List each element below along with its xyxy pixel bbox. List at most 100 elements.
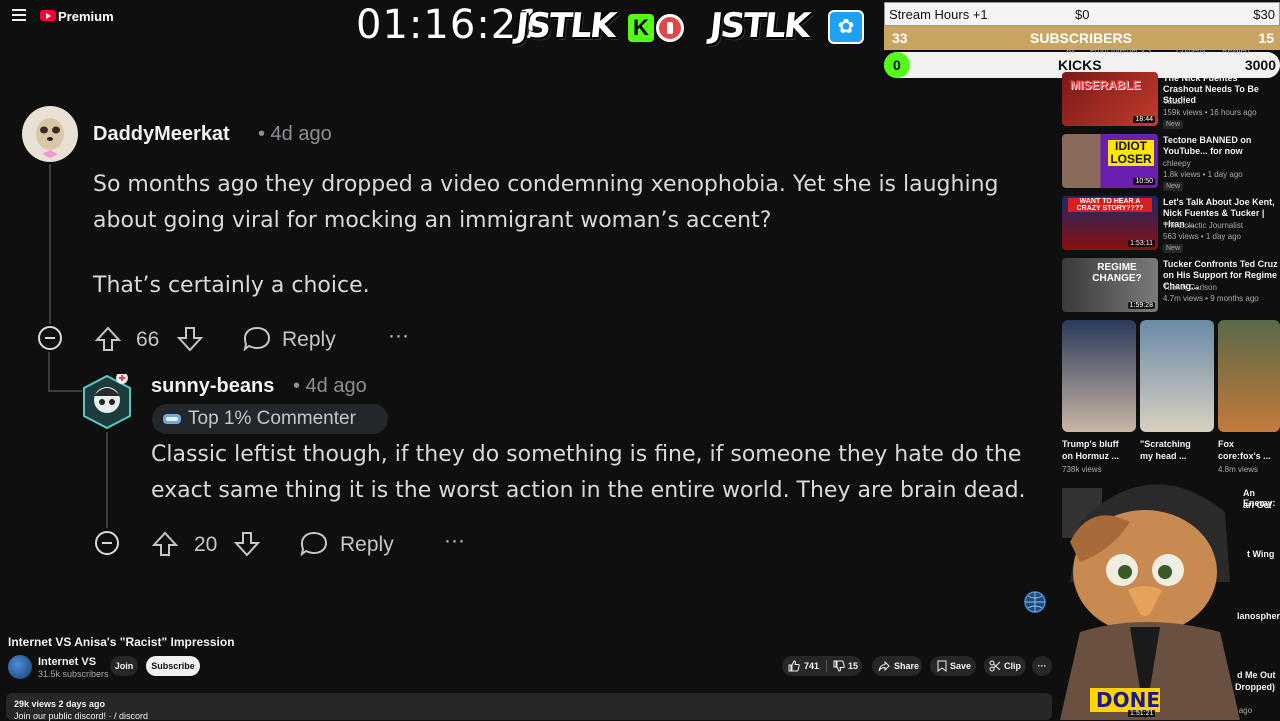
kicks-current: 0	[893, 57, 901, 73]
comment-body-line: Classic leftist though, if they do somet…	[151, 442, 1022, 467]
youtube-logo-icon[interactable]	[40, 10, 56, 21]
comment-age: • 4d ago	[258, 123, 332, 145]
streamer-mascot-avatar: DONE	[1060, 484, 1240, 720]
subscribers-goal-value: 15	[1258, 30, 1274, 46]
stream-logo-kick: JSTLK	[513, 6, 617, 46]
description-box[interactable]	[6, 693, 1052, 720]
comment-icon[interactable]	[299, 530, 329, 558]
subscribe-button[interactable]: Subscribe	[146, 656, 200, 676]
clip-button[interactable]: Clip	[984, 656, 1026, 676]
video-views-date: 29k views 2 days ago	[14, 699, 106, 709]
stream-goals-overlay: Stream Hours +1 $0 $30 33 SUBSCRIBERS 15…	[884, 2, 1280, 78]
kick-icon: K	[628, 14, 654, 42]
premium-label: Premium	[58, 9, 114, 24]
clip-icon	[989, 660, 1001, 672]
channel-name[interactable]: Internet VS	[38, 656, 96, 668]
sidebar-video-channel[interactable]: The Eclectic Journalist	[1163, 221, 1243, 230]
vote-count: 66	[136, 328, 160, 351]
sidebar-video-views: 159k views • 16 hours ago	[1163, 108, 1257, 117]
subscribers-goal: 33 SUBSCRIBERS 15	[884, 26, 1280, 50]
sidebar-tab-related[interactable]: Related	[1222, 46, 1250, 55]
video-thumbnail[interactable]: MISERABLE 18:44	[1062, 72, 1158, 126]
vote-count: 20	[194, 533, 218, 556]
new-badge: New	[1163, 244, 1184, 253]
twitter-icon: ✿	[828, 10, 864, 44]
more-actions-button[interactable]: ···	[1032, 656, 1052, 676]
video-thumbnail[interactable]: WANT TO HEAR A CRAZY STORY???? 1:53:11	[1062, 196, 1158, 250]
comment-author[interactable]: sunny-beans	[151, 375, 274, 398]
comment-body-line: exact same thing it is the worst action …	[151, 478, 1026, 503]
sidebar-video-channel[interactable]: Tucker Carlson	[1163, 283, 1217, 292]
sidebar-tab-all[interactable]: All	[1066, 46, 1075, 55]
share-label: Share	[894, 661, 920, 671]
sidebar-video-title[interactable]: Tectone BANNED on YouTube... for now	[1163, 135, 1279, 157]
stream-hours-min: $0	[1075, 7, 1090, 22]
short-thumbnail[interactable]	[1218, 320, 1280, 432]
clip-label: Clip	[1004, 661, 1021, 671]
dislike-count[interactable]: 15	[848, 656, 858, 676]
like-count[interactable]: 741	[804, 656, 819, 676]
record-icon	[656, 14, 684, 42]
short-title[interactable]: Trump's bluff on Hormuz ...	[1062, 438, 1122, 462]
share-icon	[878, 660, 890, 672]
sidebar-tab-comedy[interactable]: Comedy	[1176, 46, 1206, 55]
sidebar-video-title[interactable]: t Wing	[1247, 549, 1274, 559]
join-button[interactable]: Join	[110, 656, 138, 676]
share-button[interactable]: Share	[872, 656, 922, 676]
sidebar-video-views: 1.8k views • 1 day ago	[1163, 170, 1243, 179]
thread-line	[48, 352, 50, 392]
kicks-goal-value: 3000	[1244, 57, 1276, 73]
downvote-icon[interactable]	[233, 530, 261, 558]
sidebar-video-views: 4.7m views • 9 months ago	[1163, 294, 1259, 303]
like-icon[interactable]	[788, 660, 800, 672]
new-badge: New	[1163, 182, 1184, 191]
video-thumbnail[interactable]: IDIOT LOSER 10:50	[1062, 134, 1158, 188]
svg-text:DONE: DONE	[1096, 688, 1160, 712]
subscribers-current: 33	[892, 30, 908, 46]
short-title[interactable]: "Scratching my head ...	[1140, 438, 1200, 462]
upvote-icon[interactable]	[94, 325, 122, 353]
upvote-icon[interactable]	[151, 530, 179, 558]
new-badge: New	[1163, 120, 1184, 129]
reply-button[interactable]: Reply	[282, 328, 336, 352]
more-options-button[interactable]: ···	[444, 529, 465, 553]
save-icon	[937, 660, 947, 672]
badge-label: Top 1% Commenter	[188, 408, 356, 429]
sidebar-video-views: 563 views • 1 day ago	[1163, 232, 1241, 241]
comment-body-line: That’s certainly a choice.	[93, 273, 370, 298]
globe-icon[interactable]	[1024, 591, 1046, 613]
subscribers-label: SUBSCRIBERS	[1030, 30, 1132, 46]
sidebar-tab-from-channel[interactable]: From Internet VS	[1090, 46, 1151, 55]
collapse-icon[interactable]	[38, 326, 62, 350]
dislike-icon[interactable]	[833, 660, 845, 672]
video-title: Internet VS Anisa's "Racist" Impression	[8, 635, 235, 649]
kicks-label: KICKS	[1058, 57, 1102, 73]
short-title[interactable]: Fox core:fox's ...	[1218, 438, 1274, 462]
stream-hours-label: Stream Hours +1	[889, 7, 988, 22]
collapse-icon[interactable]	[95, 531, 119, 555]
comment-author[interactable]: DaddyMeerkat	[93, 123, 230, 146]
menu-icon[interactable]	[12, 9, 26, 21]
sidebar-video-channel[interactable]: chleepy	[1163, 159, 1191, 168]
comment-icon[interactable]	[242, 325, 272, 353]
short-thumbnail[interactable]	[1140, 320, 1214, 432]
top-commenter-badge: Top 1% Commenter	[152, 404, 388, 434]
more-options-button[interactable]: ···	[388, 324, 409, 348]
channel-avatar[interactable]	[8, 655, 32, 679]
video-thumbnail[interactable]: REGIME CHANGE? 1:59:28	[1062, 258, 1158, 312]
reply-button[interactable]: Reply	[340, 533, 394, 557]
save-label: Save	[950, 661, 972, 671]
save-button[interactable]: Save	[930, 656, 976, 676]
avatar[interactable]	[22, 106, 78, 162]
channel-subscribers: 31.5k subscribers	[38, 669, 109, 679]
badge-icon	[163, 414, 181, 424]
thread-connector	[48, 390, 82, 392]
video-duration: 1:51:21	[1128, 710, 1156, 717]
short-thumbnail[interactable]	[1062, 320, 1136, 432]
comment-body-line: So months ago they dropped a video conde…	[93, 172, 999, 197]
avatar[interactable]	[82, 372, 132, 430]
sidebar-video-channel[interactable]: Vaush	[1163, 97, 1185, 106]
downvote-icon[interactable]	[176, 325, 204, 353]
comment-age: • 4d ago	[293, 375, 367, 397]
stream-logo-twitter: JSTLK	[707, 6, 811, 46]
